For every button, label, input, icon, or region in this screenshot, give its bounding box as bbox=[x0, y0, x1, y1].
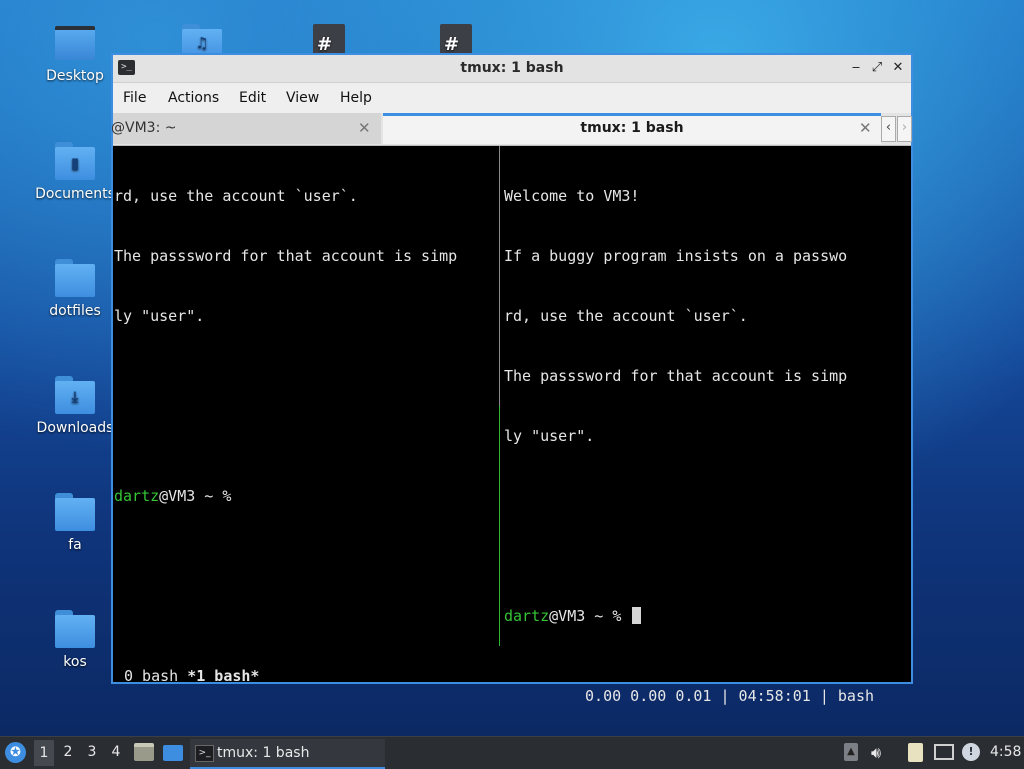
workspace-3[interactable]: 3 bbox=[82, 744, 102, 760]
prompt-line: dartz@VM3 ~ % bbox=[114, 486, 496, 506]
terminal-line: Welcome to VM3! bbox=[504, 187, 640, 205]
documents-folder-icon: ▮ bbox=[54, 142, 96, 180]
desktop-icon-kos[interactable]: kos bbox=[35, 610, 115, 670]
desktop-icon-label: Downloads bbox=[36, 420, 114, 436]
close-button[interactable]: ✕ bbox=[889, 59, 907, 77]
tmux-status-right: 0.00 0.00 0.01 | 04:58:01 | bash bbox=[585, 687, 874, 705]
tab-scroll-left-button[interactable]: ‹ bbox=[881, 116, 896, 142]
desktop-icon-documents[interactable]: ▮ Documents bbox=[35, 142, 115, 202]
desktop-icon-desktop[interactable]: Desktop bbox=[35, 24, 115, 84]
workspace-2[interactable]: 2 bbox=[58, 744, 78, 760]
desktop-icon-label: Desktop bbox=[46, 68, 104, 84]
folder-icon bbox=[54, 493, 96, 531]
tmux-pane-right[interactable]: Welcome to VM3! If a buggy program insis… bbox=[504, 146, 909, 666]
text-cursor bbox=[632, 607, 642, 624]
volume-icon[interactable]: 🔊︎ bbox=[871, 743, 887, 762]
music-folder-icon: ♫ bbox=[181, 24, 223, 54]
window-title: tmux: 1 bash bbox=[460, 60, 564, 76]
tmux-status-bar: 0 bash *1 bash* 0.00 0.00 0.01 | 04:58:0… bbox=[113, 646, 911, 705]
terminal-line: rd, use the account `user`. bbox=[114, 187, 358, 205]
prompt-user: dartz bbox=[114, 487, 160, 505]
minimize-button[interactable]: ‒ bbox=[847, 59, 865, 77]
show-desktop-icon[interactable] bbox=[163, 745, 183, 761]
text-file-icon: # bbox=[313, 24, 345, 54]
tab-vm3-home[interactable]: @VM3: ~ ✕ bbox=[111, 113, 381, 144]
workspace-4[interactable]: 4 bbox=[106, 744, 126, 760]
prompt-user: dartz bbox=[504, 607, 550, 625]
terminal-window: >_ tmux: 1 bash ‒ ⤢ ✕ File Actions Edit … bbox=[111, 53, 913, 705]
tmux-window-1[interactable]: *1 bash* bbox=[187, 667, 259, 685]
terminal-line: The passsword for that account is simp bbox=[504, 367, 848, 385]
terminal-area[interactable]: rd, use the account `user`. The passswor… bbox=[113, 146, 911, 705]
notification-icon[interactable]: ! bbox=[962, 743, 980, 761]
terminal-line: The passsword for that account is simp bbox=[114, 247, 458, 265]
prompt-host: @VM3 ~ % bbox=[549, 607, 622, 625]
tab-label: tmux: 1 bash bbox=[580, 120, 684, 136]
prompt-line: dartz@VM3 ~ % bbox=[504, 606, 909, 626]
prompt-host: @VM3 ~ % bbox=[159, 487, 232, 505]
tab-label: @VM3: ~ bbox=[111, 120, 177, 136]
maximize-button[interactable]: ⤢ bbox=[868, 59, 886, 77]
folder-icon bbox=[54, 610, 96, 648]
tmux-window-0[interactable]: 0 bash bbox=[124, 667, 178, 685]
tab-close-icon[interactable]: ✕ bbox=[358, 119, 371, 137]
folder-icon bbox=[54, 259, 96, 297]
tab-close-icon[interactable]: ✕ bbox=[859, 119, 872, 137]
pane-divider[interactable] bbox=[499, 146, 500, 646]
menu-actions[interactable]: Actions bbox=[168, 90, 219, 106]
taskbar-item-terminal[interactable]: >_ tmux: 1 bash bbox=[190, 739, 385, 769]
desktop-icon-label: fa bbox=[68, 537, 82, 553]
desktop-icon-label: kos bbox=[63, 654, 87, 670]
menu-help[interactable]: Help bbox=[340, 90, 372, 106]
taskbar: ✪ 1 2 3 4 >_ tmux: 1 bash ▲ 🔊︎ ! 4:58 bbox=[0, 736, 1024, 769]
tab-bar: @VM3: ~ ✕ tmux: 1 bash ✕ ‹ › bbox=[111, 113, 912, 146]
taskbar-item-label: tmux: 1 bash bbox=[217, 745, 310, 761]
desktop-icon-dotfiles[interactable]: dotfiles bbox=[35, 259, 115, 319]
menubar: File Actions Edit View Help bbox=[113, 83, 911, 113]
desktop-icon-label: Documents bbox=[35, 186, 115, 202]
tab-tmux-bash[interactable]: tmux: 1 bash ✕ bbox=[383, 113, 881, 144]
menu-view[interactable]: View bbox=[286, 90, 319, 106]
file-manager-icon[interactable] bbox=[134, 743, 154, 761]
tab-scroll-right-button[interactable]: › bbox=[897, 116, 912, 142]
workspace-1[interactable]: 1 bbox=[34, 740, 54, 766]
tmux-pane-left[interactable]: rd, use the account `user`. The passswor… bbox=[114, 146, 496, 546]
downloads-folder-icon: ⤓ bbox=[54, 376, 96, 414]
text-file-icon: # bbox=[440, 24, 472, 54]
menu-edit[interactable]: Edit bbox=[239, 90, 266, 106]
eject-icon[interactable]: ▲ bbox=[844, 743, 858, 761]
desktop-icon-downloads[interactable]: ⤓ Downloads bbox=[35, 376, 115, 436]
desktop-icon-file-1[interactable]: # bbox=[289, 24, 369, 54]
menu-file[interactable]: File bbox=[123, 90, 146, 106]
window-titlebar[interactable]: >_ tmux: 1 bash ‒ ⤢ ✕ bbox=[113, 55, 911, 83]
terminal-line: ly "user". bbox=[114, 307, 205, 325]
clipboard-icon[interactable] bbox=[908, 743, 923, 762]
terminal-icon: >_ bbox=[195, 745, 214, 762]
terminal-line: If a buggy program insists on a passwo bbox=[504, 247, 848, 265]
network-icon[interactable] bbox=[934, 744, 954, 760]
terminal-line: rd, use the account `user`. bbox=[504, 307, 748, 325]
clock[interactable]: 4:58 bbox=[990, 744, 1021, 760]
monitor-icon bbox=[54, 24, 96, 62]
app-menu-icon[interactable]: ✪ bbox=[5, 742, 26, 763]
desktop-icon-fa[interactable]: fa bbox=[35, 493, 115, 553]
desktop-icon-file-2[interactable]: # bbox=[416, 24, 496, 54]
terminal-line: ly "user". bbox=[504, 427, 595, 445]
desktop-icon-label: dotfiles bbox=[49, 303, 101, 319]
